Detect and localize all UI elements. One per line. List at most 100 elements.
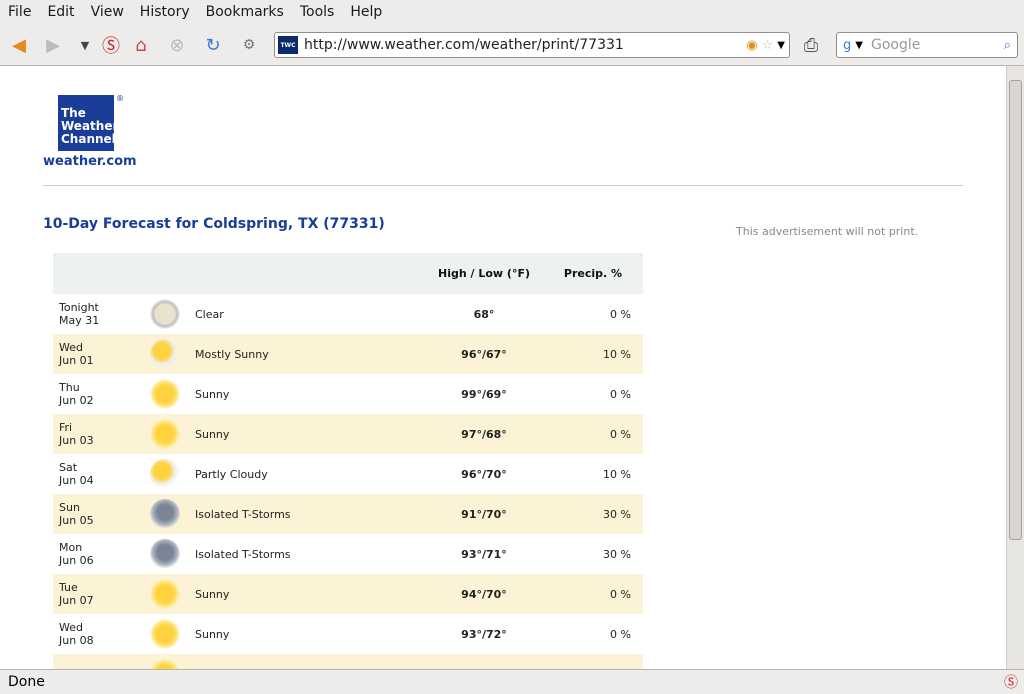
storm-weather-icon bbox=[150, 539, 180, 569]
table-row: Tue Jun 07 Sunny 94°/70° 0 % bbox=[53, 574, 643, 614]
sun-weather-icon bbox=[150, 619, 180, 649]
condition: Sunny bbox=[195, 574, 425, 614]
condition: Mostly Sunny bbox=[195, 334, 425, 374]
table-row: Fri Jun 03 Sunny 97°/68° 0 % bbox=[53, 414, 643, 454]
precip: 30 % bbox=[603, 547, 631, 561]
menu-edit[interactable]: Edit bbox=[39, 4, 82, 20]
search-engine-dropdown-icon[interactable]: ▼ bbox=[855, 40, 863, 51]
table-row: Tonight May 31 Clear 68° 0 % bbox=[53, 294, 643, 334]
table-row: Thu bbox=[53, 654, 643, 669]
search-input[interactable]: Google bbox=[867, 37, 1004, 53]
temperature: 97°/68° bbox=[425, 414, 543, 454]
url-dropdown-icon[interactable]: ▼ bbox=[777, 40, 785, 51]
page-content: The Weather Channel ® weather.com 10-Day… bbox=[0, 66, 1006, 669]
table-row: Mon Jun 06 Isolated T-Storms 93°/71° 30 % bbox=[53, 534, 643, 574]
condition: Isolated T-Storms bbox=[195, 547, 291, 561]
google-icon[interactable]: g bbox=[843, 38, 851, 53]
day-cell: Sun Jun 05 bbox=[53, 494, 135, 534]
condition: Sunny bbox=[195, 627, 230, 641]
temperature: 96°/67° bbox=[425, 334, 543, 374]
temperature: 93°/72° bbox=[461, 627, 507, 641]
stop-button[interactable]: ⊗ bbox=[164, 32, 190, 58]
home-button[interactable]: ⌂ bbox=[128, 32, 154, 58]
precip: 0 % bbox=[543, 414, 643, 454]
condition: Clear bbox=[195, 307, 224, 321]
menu-bookmarks[interactable]: Bookmarks bbox=[198, 4, 292, 20]
precip: 30 % bbox=[543, 494, 643, 534]
temperature: 68° bbox=[473, 307, 495, 321]
condition: Sunny bbox=[195, 387, 230, 401]
menu-bar: File Edit View History Bookmarks Tools H… bbox=[0, 0, 1024, 24]
table-row: Wed Jun 08 Sunny 93°/72° 0 % bbox=[53, 614, 643, 654]
day-cell: Thu Jun 02 bbox=[59, 381, 94, 407]
rss-icon[interactable]: ◉ bbox=[746, 38, 757, 53]
stumble-icon[interactable]: Ⓢ bbox=[98, 32, 124, 58]
table-header: High / Low (°F) Precip. % bbox=[53, 253, 643, 294]
precip: 10 % bbox=[603, 467, 631, 481]
forward-button[interactable]: ▶ bbox=[40, 32, 66, 58]
url-bar[interactable]: TWC http://www.weather.com/weather/print… bbox=[274, 32, 790, 58]
ps-weather-icon bbox=[150, 339, 180, 369]
table-row: Thu Jun 02 Sunny 99°/69° 0 % bbox=[53, 374, 643, 414]
search-icon[interactable]: ⌕ bbox=[1004, 38, 1011, 53]
back-button[interactable]: ◀ bbox=[6, 32, 32, 58]
menu-tools[interactable]: Tools bbox=[292, 4, 343, 20]
extension-icon[interactable]: ⚙ bbox=[236, 32, 262, 58]
menu-history[interactable]: History bbox=[132, 4, 198, 20]
ad-notice: This advertisement will not print. bbox=[736, 225, 919, 238]
table-row: Sat Jun 04 Partly Cloudy 96°/70° 10 % bbox=[53, 454, 643, 494]
menu-file[interactable]: File bbox=[0, 4, 39, 20]
url-text[interactable]: http://www.weather.com/weather/print/773… bbox=[304, 37, 746, 53]
temperature: 99°/69° bbox=[461, 387, 507, 401]
forecast-table: High / Low (°F) Precip. % Tonight May 31 … bbox=[53, 253, 643, 669]
table-row: Sun Jun 05 Isolated T-Storms 91°/70° 30 % bbox=[53, 494, 643, 534]
menu-view[interactable]: View bbox=[83, 4, 132, 20]
menu-help[interactable]: Help bbox=[342, 4, 390, 20]
header-precip: Precip. % bbox=[543, 253, 643, 294]
temperature: 93°/71° bbox=[461, 547, 507, 561]
day-cell: Tonight May 31 bbox=[59, 301, 100, 327]
condition: Partly Cloudy bbox=[195, 467, 268, 481]
history-dropdown-icon[interactable]: ▼ bbox=[72, 32, 98, 58]
sun-weather-icon bbox=[150, 659, 180, 669]
precip: 0 % bbox=[610, 627, 631, 641]
day-cell: Sat Jun 04 bbox=[59, 461, 94, 487]
navigation-toolbar: ◀ ▶ ▼ Ⓢ ⌂ ⊗ ↻ ⚙ TWC http://www.weather.c… bbox=[0, 24, 1024, 66]
stumble-status-icon[interactable]: Ⓢ bbox=[1004, 672, 1018, 692]
page-title: 10-Day Forecast for Coldspring, TX (7733… bbox=[43, 216, 385, 232]
temperature: 91°/70° bbox=[425, 494, 543, 534]
sun-weather-icon bbox=[150, 579, 180, 609]
registered-mark: ® bbox=[116, 94, 124, 103]
vertical-scrollbar[interactable] bbox=[1006, 66, 1024, 669]
precip: 10 % bbox=[543, 334, 643, 374]
sun-weather-icon bbox=[150, 379, 180, 409]
reload-button[interactable]: ↻ bbox=[200, 32, 226, 58]
temperature bbox=[425, 654, 543, 669]
print-button[interactable]: ⎙ bbox=[798, 32, 824, 58]
precip: 0 % bbox=[610, 307, 631, 321]
day-cell: Wed Jun 01 bbox=[53, 334, 135, 374]
temperature: 94°/70° bbox=[425, 574, 543, 614]
condition: Sunny bbox=[195, 414, 425, 454]
logo-site-name[interactable]: weather.com bbox=[43, 154, 137, 169]
condition bbox=[195, 654, 425, 669]
day-cell: Wed Jun 08 bbox=[59, 621, 94, 647]
scrollbar-thumb[interactable] bbox=[1009, 80, 1022, 540]
condition: Isolated T-Storms bbox=[195, 494, 425, 534]
search-bar[interactable]: g ▼ Google ⌕ bbox=[836, 32, 1018, 58]
table-row: Wed Jun 01 Mostly Sunny 96°/67° 10 % bbox=[53, 334, 643, 374]
sun-weather-icon bbox=[150, 419, 180, 449]
ps-weather-icon bbox=[150, 459, 180, 489]
status-text: Done bbox=[8, 674, 45, 690]
precip bbox=[543, 654, 643, 669]
site-favicon: TWC bbox=[278, 36, 298, 54]
weather-channel-logo[interactable]: The Weather Channel bbox=[58, 95, 118, 151]
precip: 0 % bbox=[543, 574, 643, 614]
day-cell: Fri Jun 03 bbox=[53, 414, 135, 454]
moon-weather-icon bbox=[150, 299, 180, 329]
storm-weather-icon bbox=[150, 499, 180, 529]
bookmark-star-icon[interactable]: ☆ bbox=[762, 38, 774, 53]
status-bar: Done Ⓢ bbox=[0, 669, 1024, 694]
header-temp: High / Low (°F) bbox=[425, 253, 543, 294]
temperature: 96°/70° bbox=[461, 467, 507, 481]
